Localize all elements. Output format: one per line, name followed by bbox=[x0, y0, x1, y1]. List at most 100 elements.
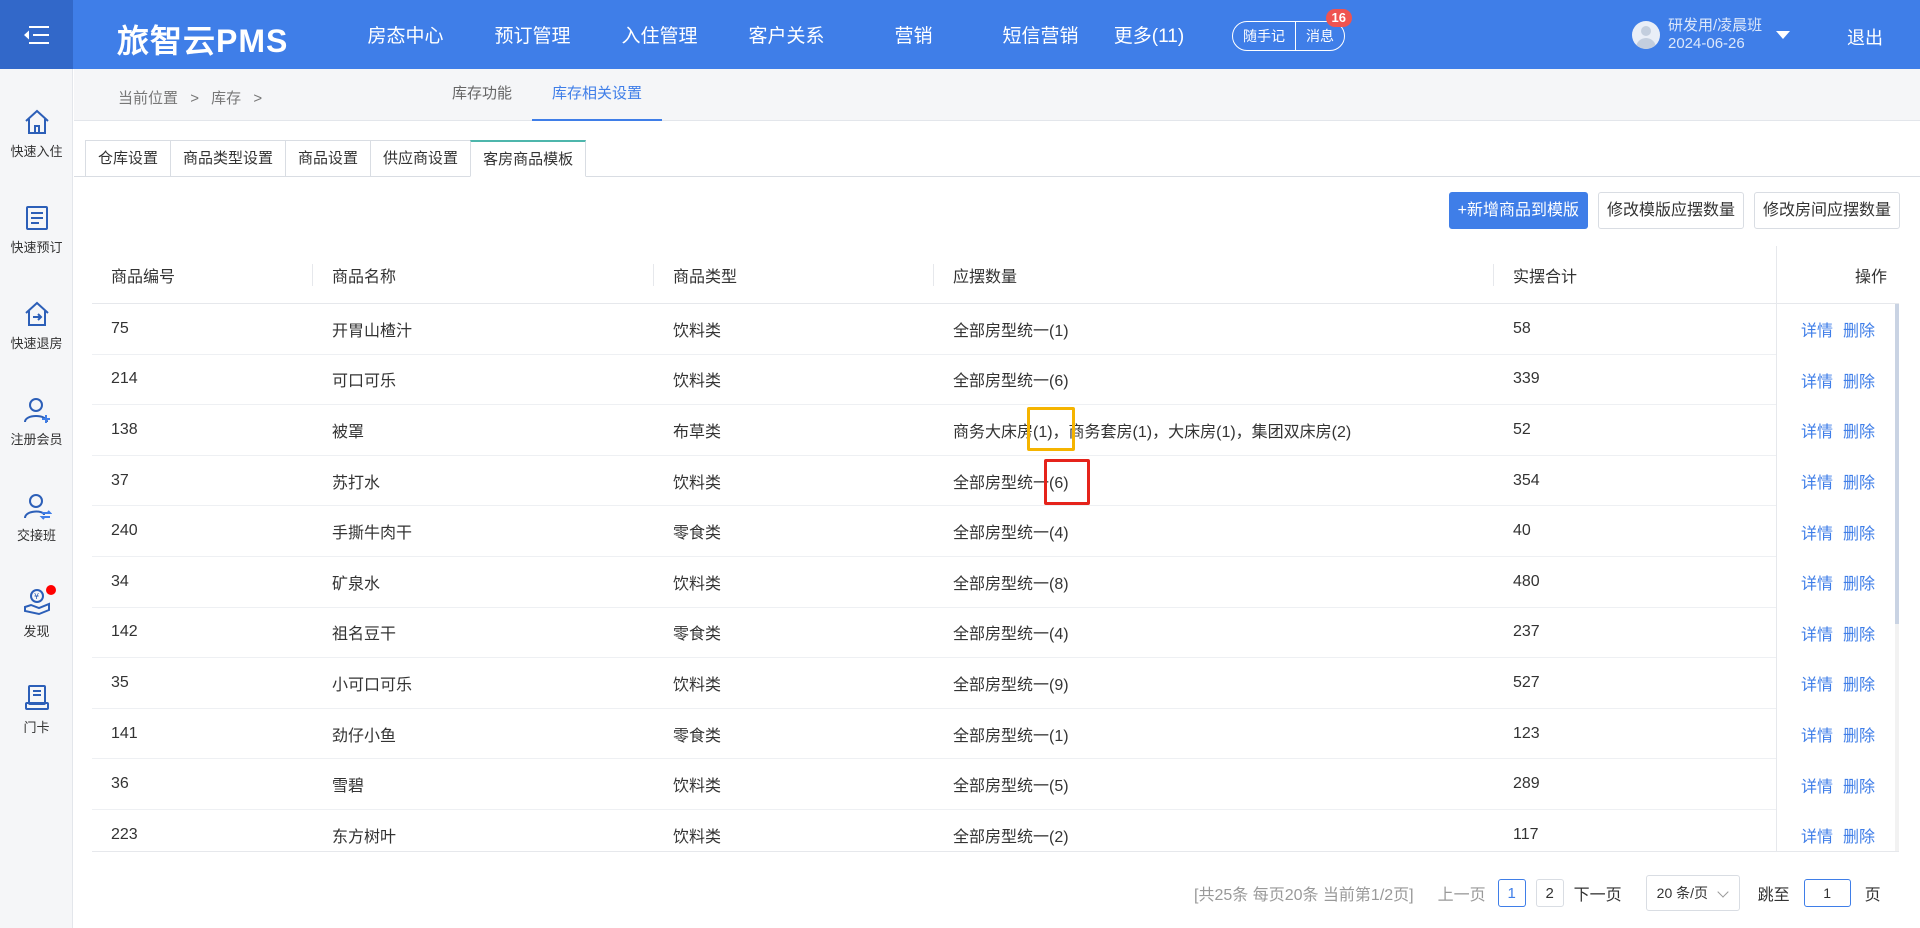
tab-room-product-template[interactable]: 客房商品模板 bbox=[470, 140, 587, 177]
detail-link[interactable]: 详情 bbox=[1801, 722, 1833, 746]
page-1-button[interactable]: 1 bbox=[1497, 879, 1526, 907]
sidebar-item-quick-booking[interactable]: 快速预订 bbox=[0, 189, 73, 269]
page-2-button[interactable]: 2 bbox=[1535, 879, 1564, 907]
cell-actual-total: 58 bbox=[1513, 319, 1531, 337]
cell-actual-total: 52 bbox=[1513, 420, 1531, 438]
nav-more[interactable]: 更多(11) bbox=[1104, 0, 1194, 69]
cell-actual-total: 339 bbox=[1513, 370, 1540, 388]
delete-link[interactable]: 删除 bbox=[1843, 570, 1875, 594]
delete-link[interactable]: 删除 bbox=[1843, 418, 1875, 442]
sidebar-item-quick-checkin[interactable]: 快速入住 bbox=[0, 93, 73, 173]
tab-product[interactable]: 商品设置 bbox=[285, 140, 371, 177]
cell-product-id: 240 bbox=[111, 522, 138, 540]
cell-required-quantity: 全部房型统一(2) bbox=[953, 828, 1069, 846]
table-row: 141 劲仔小鱼 零食类 全部房型统一(1) 123 bbox=[92, 709, 1899, 760]
table-row: 35 小可口可乐 饮料类 全部房型统一(9) 527 bbox=[92, 658, 1899, 709]
cell-actual-total: 527 bbox=[1513, 673, 1540, 691]
delete-link[interactable]: 删除 bbox=[1843, 317, 1875, 341]
page-size-select[interactable]: 20 条/页 bbox=[1645, 875, 1740, 911]
table-row: 75 开胃山楂汁 饮料类 全部房型统一(1) 58 bbox=[92, 304, 1899, 355]
sidebar-item-discover[interactable]: ¥ 发现 bbox=[0, 573, 73, 653]
delete-link[interactable]: 删除 bbox=[1843, 469, 1875, 493]
operations-row: 详情 删除 bbox=[1777, 405, 1899, 456]
table-row: 36 雪碧 饮料类 全部房型统一(5) 289 bbox=[92, 759, 1899, 810]
detail-link[interactable]: 详情 bbox=[1801, 823, 1833, 847]
detail-link[interactable]: 详情 bbox=[1801, 317, 1833, 341]
table-row: 214 可口可乐 饮料类 全部房型统一(6) 339 bbox=[92, 355, 1899, 406]
tab-warehouse[interactable]: 仓库设置 bbox=[85, 140, 171, 177]
delete-link[interactable]: 删除 bbox=[1843, 722, 1875, 746]
card-icon bbox=[22, 683, 52, 713]
header-actual-total: 实摆合计 bbox=[1513, 268, 1578, 286]
jump-page-input[interactable] bbox=[1803, 879, 1851, 907]
money-hand-icon: ¥ bbox=[22, 585, 56, 617]
add-product-to-template-button[interactable]: +新增商品到模版 bbox=[1448, 192, 1588, 229]
tab-product-type[interactable]: 商品类型设置 bbox=[170, 140, 286, 177]
nav-reservation[interactable]: 预订管理 bbox=[469, 0, 596, 69]
column-divider bbox=[653, 264, 654, 286]
prev-page-button[interactable]: 上一页 bbox=[1438, 881, 1486, 905]
next-page-button[interactable]: 下一页 bbox=[1574, 881, 1622, 905]
delete-link[interactable]: 删除 bbox=[1843, 823, 1875, 847]
svg-text:¥: ¥ bbox=[34, 592, 39, 601]
nav-room-status[interactable]: 房态中心 bbox=[342, 0, 469, 69]
detail-link[interactable]: 详情 bbox=[1801, 773, 1833, 797]
table-row: 223 东方树叶 饮料类 全部房型统一(2) 117 bbox=[92, 810, 1899, 851]
messages-button[interactable]: 消息 16 bbox=[1295, 9, 1352, 50]
cell-required-quantity: 商务大床房(1)，商务套房(1)，大床房(1)，集团双床房(2) bbox=[953, 423, 1352, 441]
sidebar-item-quick-checkout[interactable]: 快速退房 bbox=[0, 285, 73, 365]
cell-product-id: 35 bbox=[111, 673, 129, 691]
cell-required-quantity: 全部房型统一(5) bbox=[953, 778, 1069, 796]
detail-link[interactable]: 详情 bbox=[1801, 418, 1833, 442]
delete-link[interactable]: 删除 bbox=[1843, 520, 1875, 544]
edit-template-quantity-button[interactable]: 修改模版应摆数量 bbox=[1597, 192, 1744, 229]
cell-required-quantity: 全部房型统一(4) bbox=[953, 626, 1069, 644]
detail-link[interactable]: 详情 bbox=[1801, 368, 1833, 392]
cell-product-type: 零食类 bbox=[673, 626, 722, 644]
cell-product-name: 东方树叶 bbox=[332, 828, 397, 846]
notes-button[interactable]: 随手记 bbox=[1233, 22, 1295, 50]
document-icon bbox=[22, 203, 52, 233]
operations-row: 详情 删除 bbox=[1777, 304, 1899, 355]
delete-link[interactable]: 删除 bbox=[1843, 621, 1875, 645]
cell-actual-total: 123 bbox=[1513, 724, 1540, 742]
cell-product-name: 小可口可乐 bbox=[332, 676, 413, 694]
edit-room-quantity-button[interactable]: 修改房间应摆数量 bbox=[1753, 192, 1900, 229]
cell-required-quantity: 全部房型统一(8) bbox=[953, 575, 1069, 593]
sidebar-item-door-card[interactable]: 门卡 bbox=[0, 669, 73, 749]
nav-sms-marketing[interactable]: 短信营销 bbox=[977, 0, 1104, 69]
detail-link[interactable]: 详情 bbox=[1801, 621, 1833, 645]
detail-link[interactable]: 详情 bbox=[1801, 520, 1833, 544]
breadcrumb-separator: > bbox=[253, 90, 263, 107]
menu-collapse-icon bbox=[23, 25, 49, 44]
jump-label: 跳至 bbox=[1757, 887, 1790, 904]
delete-link[interactable]: 删除 bbox=[1843, 671, 1875, 695]
sidebar-item-label: 快速预订 bbox=[10, 240, 63, 255]
nav-marketing[interactable]: 营销 bbox=[850, 0, 977, 69]
quick-pill-group: 随手记 消息 16 bbox=[1232, 9, 1352, 51]
cell-actual-total: 354 bbox=[1513, 471, 1540, 489]
nav-checkin[interactable]: 入住管理 bbox=[596, 0, 723, 69]
breadcrumb-current[interactable]: 库存 bbox=[211, 90, 241, 107]
detail-link[interactable]: 详情 bbox=[1801, 570, 1833, 594]
subnav-inventory-settings[interactable]: 库存相关设置 bbox=[532, 69, 663, 121]
cell-product-type: 零食类 bbox=[673, 727, 722, 745]
user-menu[interactable]: 研发用/凌晨班 2024-06-26 bbox=[1632, 17, 1791, 53]
nav-customer[interactable]: 客户关系 bbox=[723, 0, 850, 69]
tab-supplier[interactable]: 供应商设置 bbox=[370, 140, 471, 177]
cell-product-type: 饮料类 bbox=[673, 828, 722, 846]
detail-link[interactable]: 详情 bbox=[1801, 671, 1833, 695]
logout-button[interactable]: 退出 bbox=[1847, 24, 1883, 50]
sidebar-item-register-member[interactable]: 注册会员 bbox=[0, 381, 73, 461]
sidebar-item-shift-handover[interactable]: 交接班 bbox=[0, 477, 73, 557]
delete-link[interactable]: 删除 bbox=[1843, 773, 1875, 797]
delete-link[interactable]: 删除 bbox=[1843, 368, 1875, 392]
column-divider bbox=[312, 264, 313, 286]
cell-product-name: 可口可乐 bbox=[332, 373, 397, 391]
menu-toggle-button[interactable] bbox=[0, 0, 73, 69]
user-add-icon bbox=[22, 395, 52, 425]
scrollbar-thumb[interactable] bbox=[1895, 304, 1899, 624]
operations-column: 操作 详情 删除 详情 删除 详情 删除 详情 删除 详情 删除 详情 删除 详情 删除 详情 删除 详情 删除详… bbox=[1776, 246, 1899, 851]
subnav-inventory-functions[interactable]: 库存功能 bbox=[432, 69, 532, 121]
detail-link[interactable]: 详情 bbox=[1801, 469, 1833, 493]
